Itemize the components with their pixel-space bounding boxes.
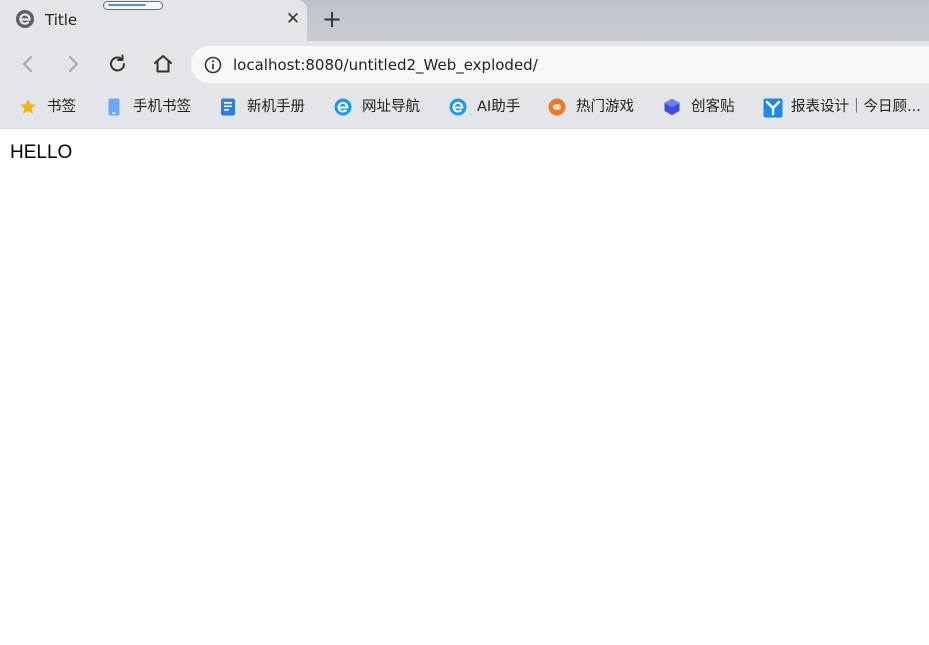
bookmark-item[interactable]: 书签 <box>19 96 76 118</box>
chevron-right-icon[interactable] <box>62 53 84 75</box>
bookmarks-bar: 书签 手机书签 新机手册 网址导航 AI助手 热门游戏 创客贴 报表设计｜今日顾… <box>0 87 929 129</box>
phone-icon <box>105 98 123 116</box>
star-icon <box>19 98 37 116</box>
bookmark-label: 热门游戏 <box>576 99 634 115</box>
site-info-icon[interactable] <box>204 56 222 74</box>
browser-e-icon <box>334 98 352 116</box>
reload-icon[interactable] <box>107 53 129 75</box>
bookmark-item[interactable]: 新机手册 <box>219 96 305 118</box>
new-tab-button[interactable]: + <box>320 7 344 32</box>
manual-icon <box>219 98 237 116</box>
close-icon[interactable]: ✕ <box>283 9 303 29</box>
bookmark-label: 书签 <box>47 99 76 115</box>
bookmark-item[interactable]: 创客贴 <box>663 96 735 118</box>
bookmark-item[interactable]: 热门游戏 <box>548 96 634 118</box>
bookmark-label: 手机书签 <box>133 99 191 115</box>
bookmark-item[interactable]: AI助手 <box>449 96 520 118</box>
tab-strip: Title ✕ + <box>0 0 929 41</box>
bookmark-item[interactable]: 报表设计｜今日顾... <box>763 96 921 118</box>
bookmark-item[interactable]: 网址导航 <box>334 96 420 118</box>
bookmark-label: 新机手册 <box>247 99 305 115</box>
chevron-left-icon[interactable] <box>17 53 39 75</box>
page-content: HELLO <box>0 129 929 645</box>
tab-title: Title <box>45 11 78 29</box>
bookmark-label: 报表设计｜今日顾... <box>791 99 921 115</box>
bookmark-label: 创客贴 <box>691 99 735 115</box>
chuangke-icon <box>663 98 681 116</box>
game-icon <box>548 98 566 116</box>
url-text[interactable]: localhost:8080/untitled2_Web_exploded/ <box>233 55 538 75</box>
address-bar[interactable]: localhost:8080/untitled2_Web_exploded/ <box>191 46 929 83</box>
navigation-toolbar: localhost:8080/untitled2_Web_exploded/ <box>0 41 929 87</box>
bookmark-label: 网址导航 <box>362 99 420 115</box>
browser-e-icon <box>449 98 467 116</box>
tab-loading-indicator <box>103 1 163 10</box>
bookmark-item[interactable]: 手机书签 <box>105 96 191 118</box>
home-icon[interactable] <box>152 53 174 75</box>
browser-e-icon <box>15 9 35 29</box>
browser-window: Title ✕ + localhost:8080/untitled2_Web_e… <box>0 0 929 645</box>
bookmark-label: AI助手 <box>477 99 521 115</box>
report-icon <box>763 98 783 118</box>
page-heading-text: HELLO <box>10 142 73 163</box>
